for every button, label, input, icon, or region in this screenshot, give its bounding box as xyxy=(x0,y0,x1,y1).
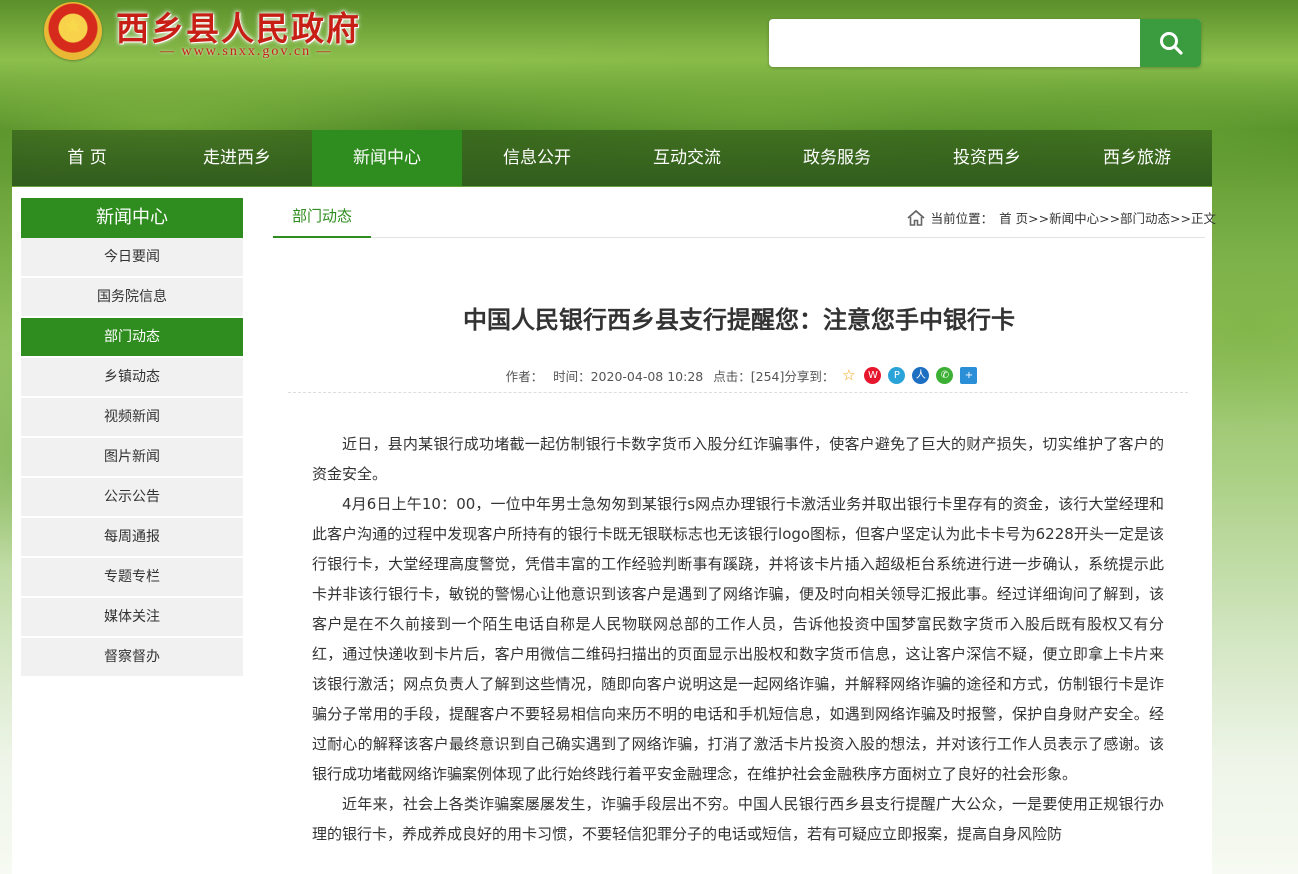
sidebar-item-weekly-report[interactable]: 每周通报 xyxy=(21,518,243,558)
breadcrumb-department-news[interactable]: >>部门动态 xyxy=(1099,208,1170,227)
sidebar-item-township-news[interactable]: 乡镇动态 xyxy=(21,358,243,398)
breadcrumb: 当前位置： 首 页 >>新闻中心 >>部门动态 >>正文 xyxy=(907,208,1216,227)
breadcrumb-current: >>正文 xyxy=(1170,211,1216,226)
main-nav: 首 页 走进西乡 新闻中心 信息公开 互动交流 政务服务 投资西乡 西乡旅游 xyxy=(12,130,1212,186)
nav-about-xixiang[interactable]: 走进西乡 xyxy=(162,130,312,186)
breadcrumb-home[interactable]: 首 页 xyxy=(999,208,1028,227)
main-content: 部门动态 当前位置： 首 页 >>新闻中心 >>部门动态 >>正文 中国人民银行… xyxy=(273,198,1216,874)
tab-department-news[interactable]: 部门动态 xyxy=(273,198,371,238)
nav-tourism[interactable]: 西乡旅游 xyxy=(1062,130,1212,186)
weibo-icon[interactable]: W xyxy=(864,367,882,384)
wechat-icon[interactable]: ✆ xyxy=(936,367,954,384)
article-paragraph: 4月6日上午10：00，一位中年男士急匆匆到某银行s网点办理银行卡激活业务并取出… xyxy=(312,495,1164,783)
national-emblem-logo: ★ xyxy=(44,2,102,60)
search-box xyxy=(769,19,1201,67)
renren-icon[interactable]: 人 xyxy=(912,367,930,384)
search-input[interactable] xyxy=(769,19,1163,67)
qzone-icon[interactable]: ☆ xyxy=(840,367,857,384)
nav-home[interactable]: 首 页 xyxy=(12,130,162,186)
sidebar-item-photo-news[interactable]: 图片新闻 xyxy=(21,438,243,478)
article-title: 中国人民银行西乡县支行提醒您：注意您手中银行卡 xyxy=(463,306,1015,334)
sidebar: 新闻中心 今日要闻 国务院信息 部门动态 乡镇动态 视频新闻 图片新闻 公示公告… xyxy=(21,191,243,678)
breadcrumb-news-center[interactable]: >>新闻中心 xyxy=(1028,208,1099,227)
article-meta: 作者： 时间：2020-04-08 10:28 点击：[254] 分享到： ☆ … xyxy=(273,366,1205,385)
nav-gov-services[interactable]: 政务服务 xyxy=(762,130,912,186)
more-share-icon[interactable]: + xyxy=(960,367,978,384)
share-icons: ☆ W P 人 ✆ + xyxy=(840,367,978,384)
meta-author: 作者： xyxy=(505,369,544,384)
nav-invest[interactable]: 投资西乡 xyxy=(912,130,1062,186)
search-icon xyxy=(1159,32,1183,55)
nav-info-disclosure[interactable]: 信息公开 xyxy=(462,130,612,186)
sidebar-item-media-focus[interactable]: 媒体关注 xyxy=(21,598,243,638)
sidebar-item-supervision[interactable]: 督察督办 xyxy=(21,638,243,678)
sidebar-title: 新闻中心 xyxy=(21,191,243,238)
sidebar-item-department-news[interactable]: 部门动态 xyxy=(21,318,243,358)
home-icon xyxy=(907,209,925,226)
sidebar-item-announcements[interactable]: 公示公告 xyxy=(21,478,243,518)
article-body: 近日，县内某银行成功堵截一起仿制银行卡数字货币入股分红诈骗事件，使客户避免了巨大… xyxy=(312,429,1164,849)
site-url: — www.snxx.gov.cn — xyxy=(160,44,333,59)
sidebar-item-today-news[interactable]: 今日要闻 xyxy=(21,238,243,278)
search-button[interactable] xyxy=(1140,19,1201,67)
meta-time: 时间：2020-04-08 10:28 xyxy=(553,369,704,384)
breadcrumb-prefix: 当前位置： xyxy=(930,211,994,226)
article-paragraph: 近日，县内某银行成功堵截一起仿制银行卡数字货币入股分红诈骗事件，使客户避免了巨大… xyxy=(312,435,1164,483)
article-paragraph: 近年来，社会上各类诈骗案屡屡发生，诈骗手段层出不穷。中国人民银行西乡县支行提醒广… xyxy=(312,795,1164,843)
nav-interaction[interactable]: 互动交流 xyxy=(612,130,762,186)
site-title: 西乡县人民政府 xyxy=(116,9,361,48)
sidebar-item-state-council[interactable]: 国务院信息 xyxy=(21,278,243,318)
meta-divider xyxy=(288,392,1188,393)
meta-share-label: 分享到： xyxy=(784,369,835,384)
sidebar-item-special-topics[interactable]: 专题专栏 xyxy=(21,558,243,598)
tab-bar: 部门动态 当前位置： 首 页 >>新闻中心 >>部门动态 >>正文 xyxy=(273,198,1216,238)
pengyou-icon[interactable]: P xyxy=(888,367,906,384)
sidebar-item-video-news[interactable]: 视频新闻 xyxy=(21,398,243,438)
nav-news-center[interactable]: 新闻中心 xyxy=(312,130,462,186)
meta-clicks: 点击：[254] xyxy=(713,369,785,384)
content-container: 新闻中心 今日要闻 国务院信息 部门动态 乡镇动态 视频新闻 图片新闻 公示公告… xyxy=(12,187,1216,874)
